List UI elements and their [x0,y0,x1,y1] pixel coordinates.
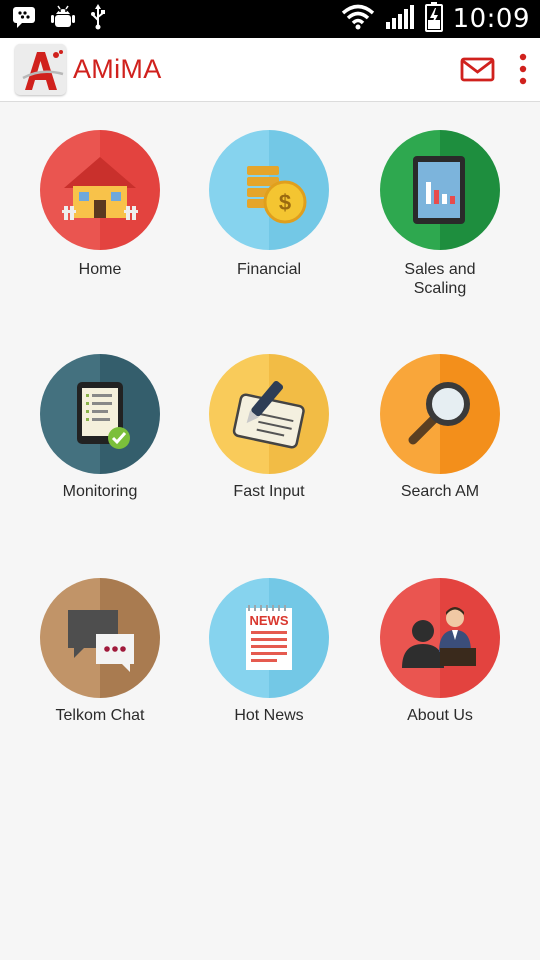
menu-item-label: Monitoring [62,483,138,500]
bbm-icon [12,6,36,33]
signal-icon [385,4,415,35]
menu-item-label: Search AM [400,483,480,500]
menu-item-label: Financial [236,261,302,278]
monitoring-icon [40,354,160,474]
usb-icon [90,3,106,35]
wifi-icon [341,4,375,35]
clock: 10:09 [452,4,530,34]
fast-input-icon [209,354,329,474]
app-bar: AMiMA [0,38,540,102]
menu-item-label: Sales and Scaling [404,261,476,297]
svg-text:$: $ [279,190,291,215]
status-bar: 10:09 [0,0,540,38]
menu-item-label: Telkom Chat [55,707,145,724]
android-debug-icon [50,4,76,35]
battery-charging-icon [424,1,443,37]
mail-icon[interactable] [460,56,496,84]
app-logo[interactable] [15,44,66,95]
telkom-chat-icon [40,578,160,698]
sales-scaling-icon [380,130,500,250]
financial-icon: $ [209,130,329,250]
menu-item-label: Hot News [234,707,304,724]
home-icon [40,130,160,250]
menu-item-label: About Us [407,707,473,724]
search-am-icon [380,354,500,474]
hot-news-icon: NEWS [209,578,329,698]
overflow-menu-icon[interactable] [513,52,533,88]
about-us-icon [380,578,500,698]
menu-item-label: Home [78,261,122,278]
app-title: AMiMA [73,54,162,84]
svg-text:NEWS: NEWS [250,613,289,628]
menu-item-label: Fast Input [233,483,305,500]
